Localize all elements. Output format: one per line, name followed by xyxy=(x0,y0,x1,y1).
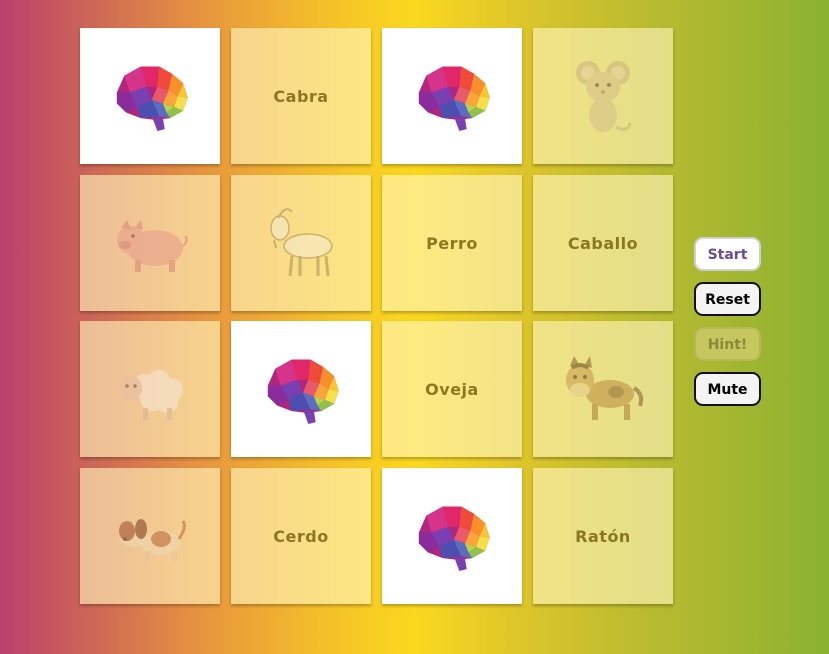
card-16[interactable]: Ratón xyxy=(533,468,673,604)
card-word: Perro xyxy=(426,233,478,253)
card-12[interactable] xyxy=(533,321,673,457)
card-word: Cabra xyxy=(273,86,329,106)
card-word: Caballo xyxy=(567,233,639,253)
goat-icon xyxy=(270,208,333,277)
card-9[interactable] xyxy=(80,321,220,457)
reset-button[interactable]: Reset xyxy=(694,282,761,316)
sheep-icon xyxy=(120,370,183,420)
hint-button[interactable]: Hint! xyxy=(694,327,761,361)
card-5[interactable] xyxy=(80,175,220,311)
brain-icon xyxy=(267,359,339,424)
brain-icon xyxy=(418,506,490,571)
card-7[interactable]: Perro xyxy=(382,175,522,311)
brain-icon xyxy=(418,66,490,131)
mute-button[interactable]: Mute xyxy=(694,372,761,406)
card-8[interactable]: Caballo xyxy=(533,175,673,311)
game-board: Cabra Perro Caballo Oveja Cerdo Ratón xyxy=(80,28,674,604)
card-1[interactable] xyxy=(80,28,220,164)
card-3[interactable] xyxy=(382,28,522,164)
card-11[interactable]: Oveja xyxy=(382,321,522,457)
card-2[interactable]: Cabra xyxy=(231,28,371,164)
card-13[interactable] xyxy=(80,468,220,604)
card-word: Ratón xyxy=(575,526,631,546)
card-14[interactable]: Cerdo xyxy=(231,468,371,604)
game-controls: Start Reset Hint! Mute xyxy=(694,237,764,417)
card-word: Cerdo xyxy=(273,526,329,546)
pig-icon xyxy=(117,220,188,272)
horse-icon xyxy=(566,356,644,420)
card-6[interactable] xyxy=(231,175,371,311)
brain-icon xyxy=(116,66,188,131)
dog-icon xyxy=(119,519,186,561)
card-word: Oveja xyxy=(425,379,479,399)
mouse-icon xyxy=(576,61,632,132)
card-4[interactable] xyxy=(533,28,673,164)
start-button[interactable]: Start xyxy=(694,237,761,271)
card-15[interactable] xyxy=(382,468,522,604)
card-10[interactable] xyxy=(231,321,371,457)
